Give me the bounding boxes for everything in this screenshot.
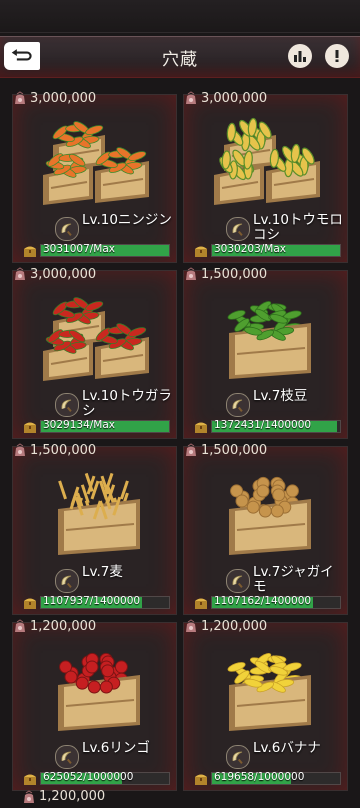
storage-chest-icon — [194, 771, 208, 785]
next-unlock-cost: 1,200,000 — [22, 789, 105, 804]
storage-progress: 619658/1000000 — [194, 771, 342, 785]
exclamation-icon — [335, 50, 339, 62]
crate-icon — [227, 301, 311, 379]
storage-chest-icon — [23, 243, 37, 257]
crate-icon — [58, 472, 140, 555]
crop-card[interactable]: 3,000,000 Lv.10トウガラシ 3029134/Max — [12, 267, 177, 439]
storage-progress: 1107162/1400000 — [194, 595, 342, 609]
storage-progress: 1107937/1400000 — [23, 595, 171, 609]
page-title: 穴蔵 — [162, 50, 198, 70]
fertilizer-bag-icon — [13, 91, 27, 105]
unlock-cost: 1,200,000 — [184, 617, 267, 635]
crop-name: Lv.6バナナ — [253, 740, 321, 756]
sickle-icon — [55, 217, 79, 241]
fertilizer-bag-icon — [13, 267, 27, 281]
fertilizer-bag-icon — [184, 91, 198, 105]
crop-card[interactable]: 1,500,000 Lv.7麦 1107937/1400000 — [12, 443, 177, 615]
crate-icon — [43, 297, 149, 381]
storage-chest-icon — [23, 595, 37, 609]
bar-chart-icon — [294, 51, 306, 62]
storage-chest-icon — [23, 771, 37, 785]
crop-name: Lv.10トウガラシ — [82, 388, 172, 419]
sickle-icon — [226, 569, 250, 593]
fertilizer-bag-icon — [184, 267, 198, 281]
crate-icon — [214, 117, 320, 205]
crate-icon — [43, 121, 149, 205]
back-button[interactable] — [4, 42, 40, 70]
ranking-button[interactable] — [288, 44, 312, 68]
crop-card[interactable]: 3,000,000 Lv.10ニンジン 3031007/Max — [12, 91, 177, 263]
storage-chest-icon — [194, 595, 208, 609]
fertilizer-bag-icon — [13, 619, 27, 633]
crop-card[interactable]: 1,200,000 Lv.6バナナ 619658/1000000 — [183, 619, 348, 791]
unlock-cost: 1,500,000 — [184, 265, 267, 283]
sickle-icon — [226, 745, 250, 769]
unlock-cost: 1,500,000 — [13, 441, 96, 459]
storage-chest-icon — [194, 243, 208, 257]
crop-name: Lv.7ジャガイモ — [253, 564, 334, 595]
crop-name: Lv.10トウモロコシ — [253, 212, 343, 243]
back-arrow-icon — [11, 49, 32, 61]
sickle-icon — [55, 569, 79, 593]
crop-name: Lv.7枝豆 — [253, 388, 308, 404]
storage-progress: 3031007/Max — [23, 243, 171, 257]
crop-name: Lv.6リンゴ — [82, 740, 150, 756]
crop-card[interactable]: 1,500,000 Lv.7枝豆 1372431/1400000 — [183, 267, 348, 439]
sickle-icon — [226, 217, 250, 241]
unlock-cost: 3,000,000 — [13, 89, 96, 107]
fertilizer-bag-icon — [184, 619, 198, 633]
fertilizer-bag-icon — [13, 443, 27, 457]
crate-icon — [229, 476, 311, 555]
sickle-icon — [55, 393, 79, 417]
unlock-cost: 1,500,000 — [184, 441, 267, 459]
storage-progress: 625052/1000000 — [23, 771, 171, 785]
crate-icon — [227, 653, 311, 731]
storage-progress: 3030203/Max — [194, 243, 342, 257]
info-button[interactable] — [325, 44, 349, 68]
crop-name: Lv.10ニンジン — [82, 212, 172, 228]
storage-chest-icon — [194, 419, 208, 433]
sickle-icon — [55, 745, 79, 769]
fertilizer-bag-icon — [22, 789, 36, 804]
crop-card[interactable]: 1,500,000 Lv.7ジャガイモ 1107162/1400000 — [183, 443, 348, 615]
crop-card[interactable]: 1,200,000 Lv.6リンゴ 625052/1000000 — [12, 619, 177, 791]
fertilizer-bag-icon — [184, 443, 198, 457]
sickle-icon — [226, 393, 250, 417]
unlock-cost: 1,200,000 — [13, 617, 96, 635]
crop-card[interactable]: 3,000,000 Lv.10トウモロコシ 3030203/Max — [183, 91, 348, 263]
unlock-cost: 3,000,000 — [184, 89, 267, 107]
storage-progress: 3029134/Max — [23, 419, 171, 433]
status-strip — [0, 0, 360, 33]
storage-progress: 1372431/1400000 — [194, 419, 342, 433]
storage-chest-icon — [23, 419, 37, 433]
crop-name: Lv.7麦 — [82, 564, 123, 580]
header-bar: 穴蔵 — [0, 36, 360, 78]
crate-icon — [58, 652, 140, 731]
unlock-cost: 3,000,000 — [13, 265, 96, 283]
